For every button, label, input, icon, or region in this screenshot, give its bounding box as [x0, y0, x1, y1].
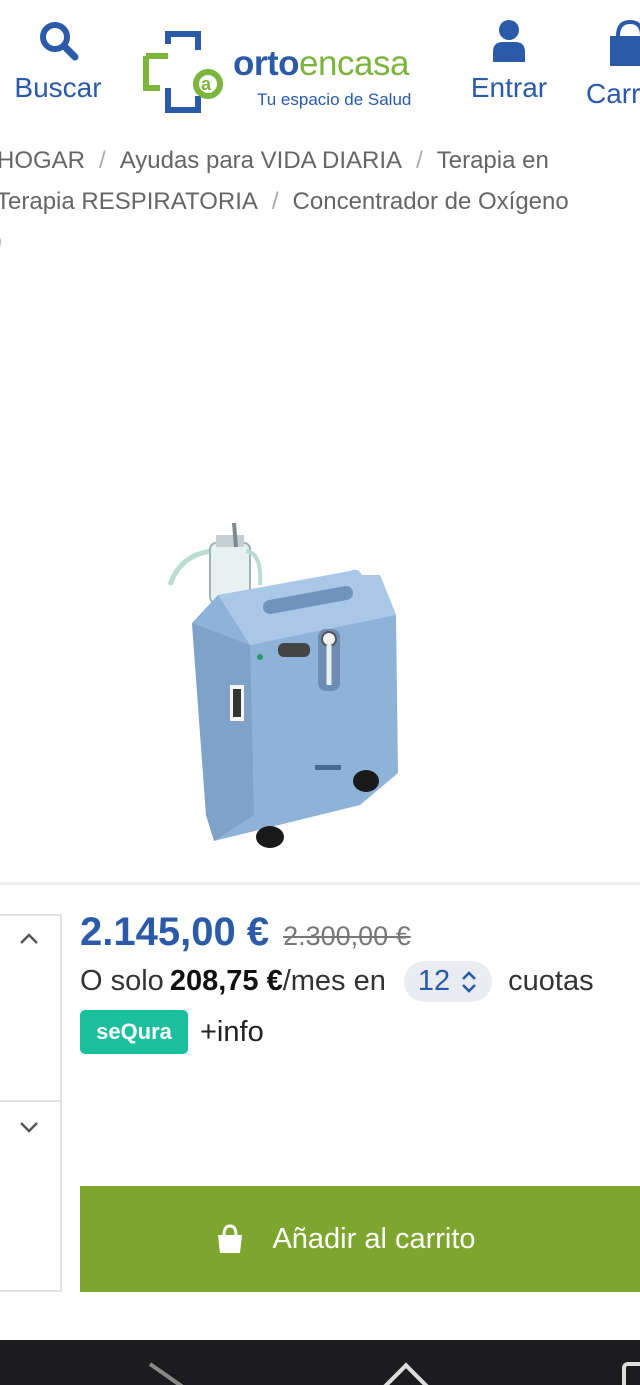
- logo-tagline: Tu espacio de Salud: [257, 90, 412, 109]
- installments-select[interactable]: 12: [403, 961, 493, 1002]
- search-label: Buscar: [14, 72, 102, 103]
- product-image[interactable]: [150, 515, 420, 865]
- chevron-up-icon: [20, 933, 38, 944]
- breadcrumb-item-hogar[interactable]: HOGAR: [0, 147, 85, 174]
- breadcrumb-item-terapia-respiratoria[interactable]: Terapia RESPIRATORIA: [0, 188, 258, 215]
- finance-row: O solo 208,75 € /mes en 12 cuotas: [80, 961, 640, 1002]
- add-to-cart-label: Añadir al carrito: [272, 1222, 476, 1255]
- system-navigation-bar: [0, 1340, 640, 1385]
- logo-text: ortoencasa: [233, 44, 409, 83]
- search-icon: [40, 22, 79, 61]
- thumbnail-scroller: [0, 914, 62, 1292]
- cart-button[interactable]: Carr: [584, 18, 640, 110]
- breadcrumb-item-ayudas[interactable]: Ayudas para VIDA DIARIA: [120, 147, 402, 174]
- price-row: 2.145,00 € 2.300,00 €: [80, 910, 640, 955]
- price-block: 2.145,00 € 2.300,00 € O solo 208,75 € /me…: [80, 910, 640, 1054]
- breadcrumb-item-concentrador[interactable]: Concentrador de Oxígeno: [293, 188, 569, 215]
- finance-prefix: O solo: [80, 965, 164, 997]
- back-nav-icon[interactable]: [148, 1362, 184, 1385]
- site-header: Buscar a ortoencasa Tu espacio de Salud …: [0, 0, 640, 130]
- login-label: Entrar: [470, 72, 548, 103]
- sequra-row: seQura +info: [80, 1010, 640, 1054]
- login-button[interactable]: Entrar: [466, 18, 552, 104]
- recent-apps-icon[interactable]: [622, 1362, 640, 1385]
- add-to-cart-button[interactable]: Añadir al carrito: [80, 1186, 640, 1292]
- original-price: 2.300,00 €: [283, 921, 411, 951]
- chevron-down-icon: [20, 1122, 38, 1133]
- finance-middle: /mes en: [282, 965, 386, 997]
- search-button[interactable]: Buscar: [8, 18, 108, 104]
- finance-amount: 208,75 €: [169, 965, 283, 997]
- site-logo[interactable]: a ortoencasa Tu espacio de Salud: [140, 30, 440, 120]
- cart-label: Carr: [586, 78, 640, 109]
- cart-icon: [610, 19, 640, 66]
- breadcrumb-item-terapia[interactable]: Terapia en: [437, 147, 549, 174]
- home-nav-icon[interactable]: [380, 1362, 432, 1385]
- finance-suffix: cuotas: [508, 965, 594, 997]
- section-divider: [0, 882, 640, 885]
- thumbnail-scroll-down-button[interactable]: [0, 1104, 60, 1290]
- logo-mark-icon: a: [143, 31, 223, 113]
- oxygen-concentrator-image: [167, 522, 398, 848]
- svg-text:a: a: [201, 74, 212, 94]
- sequra-logo: seQura: [80, 1010, 188, 1054]
- more-info-link[interactable]: +info: [200, 1016, 264, 1049]
- breadcrumb-continuation: ): [0, 227, 2, 254]
- thumbnail-scroll-up-button[interactable]: [0, 916, 60, 1102]
- shopping-bag-icon: [218, 1224, 243, 1253]
- installments-value: 12: [417, 965, 451, 997]
- breadcrumb: HOGAR / Ayudas para VIDA DIARIA / Terapia en…: [0, 147, 640, 271]
- select-arrows-icon: [462, 970, 477, 993]
- user-icon: [493, 20, 525, 62]
- current-price: 2.145,00 €: [80, 910, 270, 954]
